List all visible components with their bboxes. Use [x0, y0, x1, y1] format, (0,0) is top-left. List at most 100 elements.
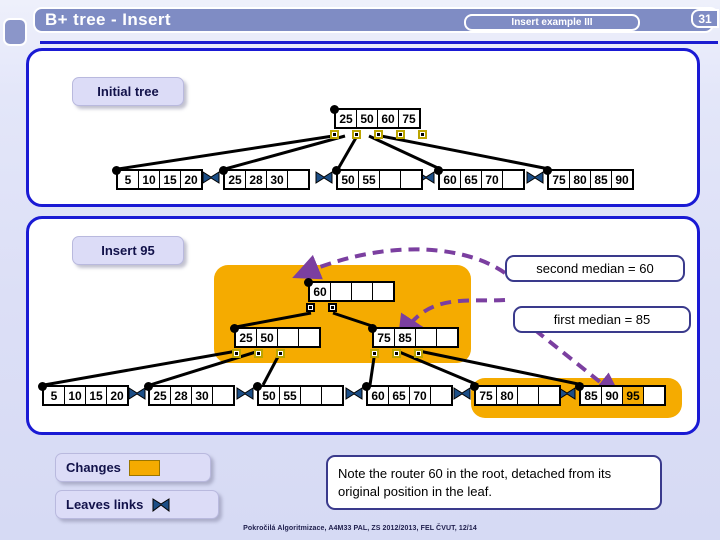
header-knob-decoration: [3, 18, 27, 46]
child-pointer: [418, 130, 427, 139]
insert-leaf-1: 5 10 15 20: [42, 385, 129, 406]
node-cell: 60: [368, 387, 388, 404]
label-insert-95: Insert 95: [72, 236, 184, 265]
child-pointer: [352, 130, 361, 139]
legend-changes-label: Changes: [66, 460, 121, 475]
node-cell: 85: [581, 387, 601, 404]
insert-leaf-anchor-dot: [362, 382, 371, 391]
node-cell: 85: [395, 329, 415, 346]
node-cell-new: 95: [623, 387, 643, 404]
node-cell: 25: [225, 171, 245, 188]
insert-leaf-4: 60 65 70: [366, 385, 453, 406]
node-cell-empty: [380, 171, 400, 188]
node-cell-empty: [322, 387, 342, 404]
node-cell: 60: [440, 171, 460, 188]
node-cell: 50: [257, 329, 277, 346]
node-cell: 50: [338, 171, 358, 188]
node-cell: 28: [171, 387, 191, 404]
node-cell: 5: [118, 171, 138, 188]
insert-leaf-6: 85 90 95: [579, 385, 666, 406]
header-subtitle-badge: Insert example III: [464, 14, 640, 31]
node-cell: 75: [374, 329, 394, 346]
node-cell: 70: [482, 171, 502, 188]
insert-leaf-anchor-dot: [470, 382, 479, 391]
insert-leaf-anchor-dot: [253, 382, 262, 391]
node-cell-empty: [278, 329, 298, 346]
label-insert-95-text: Insert 95: [101, 243, 155, 258]
node-cell: 10: [139, 171, 159, 188]
page-number-text: 31: [698, 11, 712, 26]
bowtie-icon: [152, 497, 170, 512]
insert-internal-anchor-dot: [230, 324, 239, 333]
initial-leaf-anchor-dot: [332, 166, 341, 175]
callout-first-median-text: first median = 85: [553, 312, 651, 327]
changes-color-swatch: [128, 459, 160, 476]
node-cell: 80: [497, 387, 517, 404]
node-cell-empty: [518, 387, 538, 404]
insert-leaf-5: 75 80: [474, 385, 561, 406]
node-cell: 80: [570, 171, 590, 188]
insert-internal-right: 75 85: [372, 327, 459, 348]
node-cell: 20: [107, 387, 127, 404]
initial-leaf-5: 75 80 85 90: [547, 169, 634, 190]
insert-root-anchor-dot: [304, 278, 313, 287]
node-cell: 15: [160, 171, 180, 188]
child-pointer: [306, 303, 315, 312]
node-cell: 20: [181, 171, 201, 188]
child-pointer: [276, 349, 285, 358]
initial-leaf-anchor-dot: [543, 166, 552, 175]
node-cell: 5: [44, 387, 64, 404]
header-subtitle-text: Insert example III: [511, 17, 593, 28]
initial-root-node: 25 50 60 75: [334, 108, 421, 129]
callout-second-median: second median = 60: [505, 255, 685, 282]
node-cell: 60: [378, 110, 398, 127]
insert-leaf-2: 25 28 30: [148, 385, 235, 406]
node-cell: 28: [246, 171, 266, 188]
node-cell-empty: [299, 329, 319, 346]
child-pointer: [392, 349, 401, 358]
insert-internal-left: 25 50: [234, 327, 321, 348]
node-cell: 65: [389, 387, 409, 404]
node-cell: 65: [461, 171, 481, 188]
initial-leaf-3: 50 55: [336, 169, 423, 190]
node-cell-empty: [644, 387, 664, 404]
node-cell: 10: [65, 387, 85, 404]
label-initial-tree-text: Initial tree: [97, 84, 159, 99]
node-cell-empty: [288, 171, 308, 188]
callout-second-median-text: second median = 60: [536, 261, 654, 276]
node-cell: 90: [602, 387, 622, 404]
node-cell-empty: [539, 387, 559, 404]
node-cell: 75: [549, 171, 569, 188]
node-cell-empty: [331, 283, 351, 300]
legend-leaves-links-label: Leaves links: [66, 497, 144, 512]
page-title: B+ tree - Insert: [45, 10, 171, 29]
node-cell-empty: [373, 283, 393, 300]
child-pointer: [330, 130, 339, 139]
node-cell: 25: [150, 387, 170, 404]
initial-leaf-4: 60 65 70: [438, 169, 525, 190]
node-cell: 25: [336, 110, 356, 127]
initial-leaf-anchor-dot: [434, 166, 443, 175]
child-pointer: [254, 349, 263, 358]
node-cell-empty: [213, 387, 233, 404]
legend-leaves-links: Leaves links: [55, 490, 219, 519]
initial-root-anchor-dot: [330, 105, 339, 114]
initial-leaf-anchor-dot: [112, 166, 121, 175]
node-cell: 60: [310, 283, 330, 300]
child-pointer: [414, 349, 423, 358]
node-cell: 25: [236, 329, 256, 346]
initial-leaf-1: 5 10 15 20: [116, 169, 203, 190]
child-pointer: [374, 130, 383, 139]
node-cell: 15: [86, 387, 106, 404]
note-router-60: Note the router 60 in the root, detached…: [326, 455, 662, 510]
callout-first-median: first median = 85: [513, 306, 691, 333]
node-cell: 50: [357, 110, 377, 127]
insert-internal-anchor-dot: [368, 324, 377, 333]
node-cell-empty: [416, 329, 436, 346]
insert-leaf-3: 50 55: [257, 385, 344, 406]
node-cell: 55: [280, 387, 300, 404]
child-pointer: [396, 130, 405, 139]
node-cell-empty: [401, 171, 421, 188]
node-cell-empty: [437, 329, 457, 346]
node-cell-empty: [352, 283, 372, 300]
